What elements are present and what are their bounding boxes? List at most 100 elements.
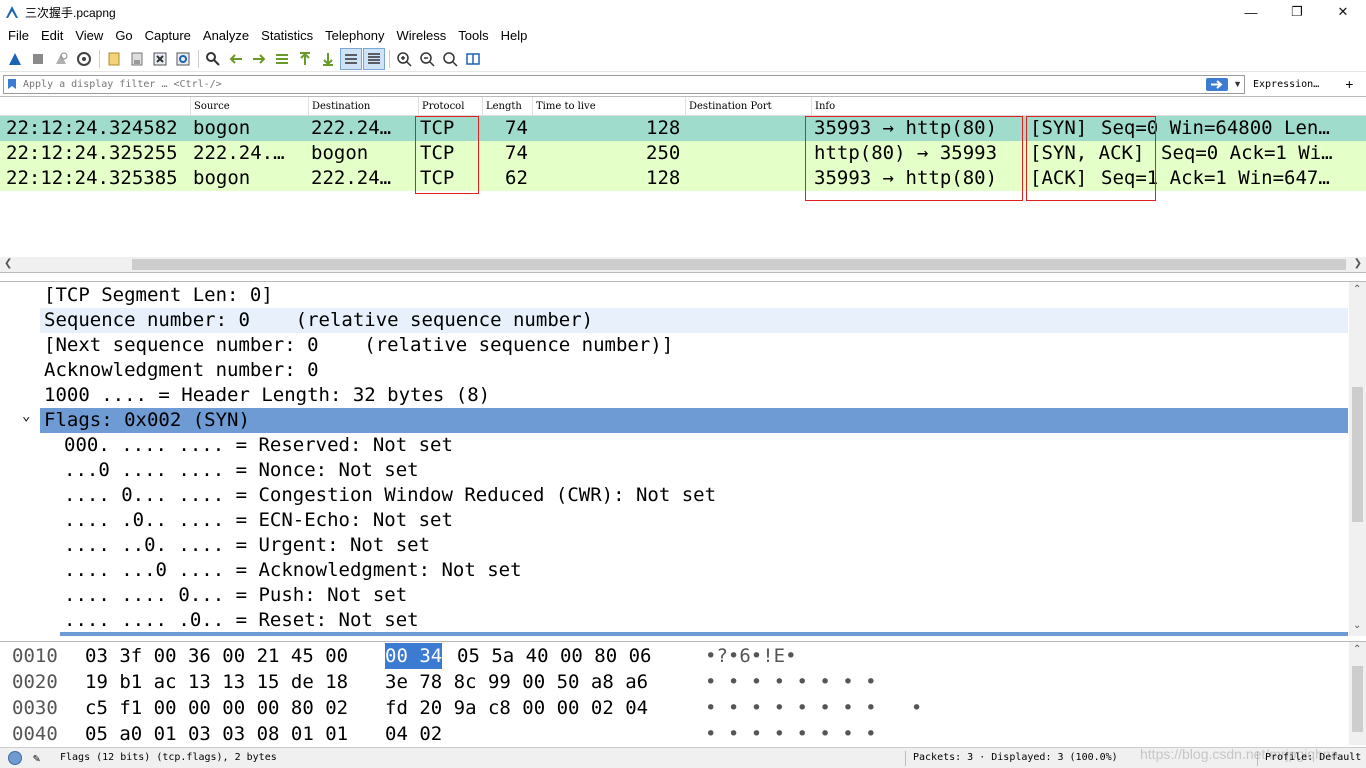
detail-row-selected[interactable]: ⌄ Flags: 0x002 (SYN): [22, 408, 1348, 433]
detail-row[interactable]: .... .0.. .... = ECN-Echo: Not set: [0, 508, 453, 533]
scroll-up-icon[interactable]: ⌃: [1353, 284, 1361, 295]
packet-cell-ttl: 250: [646, 142, 681, 164]
packet-row[interactable]: 22:12:24.324582 bogon 222.24… TCP 74 128 35993…: [0, 116, 1366, 141]
auto-scroll-icon[interactable]: [340, 47, 362, 70]
display-filter-bar: ▼ Expression… +: [0, 73, 1366, 95]
close-file-icon[interactable]: [149, 48, 171, 70]
go-first-packet-icon[interactable]: [294, 48, 316, 70]
colorize-icon[interactable]: [363, 47, 385, 70]
open-file-icon[interactable]: [103, 48, 125, 70]
bytes-hex-a[interactable]: 19 b1 ac 13 13 15 de 18: [85, 669, 348, 695]
scroll-left-icon[interactable]: ❮: [4, 258, 12, 269]
bookmark-icon[interactable]: [7, 78, 17, 90]
menu-telephony[interactable]: Telephony: [319, 28, 390, 43]
minimize-button[interactable]: —: [1228, 0, 1274, 24]
column-header-info[interactable]: Info: [811, 97, 1366, 116]
scroll-right-icon[interactable]: ❯: [1354, 258, 1362, 269]
column-header-dest-port[interactable]: Destination Port: [685, 97, 811, 116]
bytes-ascii[interactable]: •?•6•!E•: [705, 643, 797, 669]
detail-row-text: .... .... .0.. = Reset: Not set: [64, 609, 419, 631]
bytes-ascii[interactable]: • • • • • • • •: [705, 669, 877, 695]
detail-row[interactable]: [Next sequence number: 0 (relative seque…: [0, 333, 673, 358]
zoom-in-icon[interactable]: [393, 48, 415, 70]
bytes-hex-b[interactable]: 05 5a 40 00 80 06: [457, 643, 651, 669]
menu-go[interactable]: Go: [109, 28, 138, 43]
menu-tools[interactable]: Tools: [452, 28, 494, 43]
detail-row[interactable]: Acknowledgment number: 0: [0, 358, 319, 383]
menu-help[interactable]: Help: [495, 28, 534, 43]
menu-capture[interactable]: Capture: [139, 28, 197, 43]
zoom-normal-icon[interactable]: [439, 48, 461, 70]
resize-columns-icon[interactable]: [462, 48, 484, 70]
close-button[interactable]: ✕: [1320, 0, 1366, 24]
menu-analyze[interactable]: Analyze: [197, 28, 255, 43]
column-header-protocol[interactable]: Protocol: [418, 97, 482, 116]
add-filter-button[interactable]: +: [1345, 76, 1353, 92]
packet-cell-length: 74: [505, 117, 528, 139]
bytes-row: 0030 c5 f1 00 00 00 00 80 02 fd 20 9a c8 0…: [0, 695, 1348, 721]
find-packet-icon[interactable]: [202, 48, 224, 70]
reload-file-icon[interactable]: [172, 48, 194, 70]
menu-view[interactable]: View: [69, 28, 109, 43]
bytes-hex-b[interactable]: 04 02: [385, 721, 442, 745]
menu-statistics[interactable]: Statistics: [255, 28, 319, 43]
detail-row[interactable]: 000. .... .... = Reserved: Not set: [0, 433, 453, 458]
packet-row[interactable]: 22:12:24.325385 bogon 222.24… TCP 62 128 35993…: [0, 166, 1366, 191]
scrollbar-thumb[interactable]: [132, 259, 1346, 270]
detail-row[interactable]: .... .... .0.. = Reset: Not set: [0, 608, 419, 633]
column-header-source[interactable]: Source: [190, 97, 308, 116]
column-header-ttl[interactable]: Time to live: [532, 97, 685, 116]
collapse-chevron-icon[interactable]: ⌄: [22, 404, 30, 429]
profile-text[interactable]: Profile: Default: [1265, 752, 1361, 763]
menu-file[interactable]: File: [2, 28, 35, 43]
column-header-destination[interactable]: Destination: [308, 97, 418, 116]
detail-row[interactable]: .... ..0. .... = Urgent: Not set: [0, 533, 430, 558]
go-back-icon[interactable]: [225, 48, 247, 70]
detail-row[interactable]: .... .... 0... = Push: Not set: [0, 583, 407, 608]
filter-history-dropdown-icon[interactable]: ▼: [1233, 79, 1242, 89]
stop-capture-icon[interactable]: [27, 48, 49, 70]
expression-button[interactable]: Expression…: [1253, 79, 1319, 90]
bytes-hex-a[interactable]: 03 3f 00 36 00 21 45 00: [85, 643, 348, 669]
zoom-out-icon[interactable]: [416, 48, 438, 70]
capture-options-icon[interactable]: [73, 48, 95, 70]
display-filter-box: ▼: [3, 74, 1245, 94]
scroll-down-icon[interactable]: ⌄: [1353, 620, 1361, 631]
detail-row[interactable]: .... 0... .... = Congestion Window Reduc…: [0, 483, 716, 508]
packet-list-horizontal-scrollbar[interactable]: ❮ ❯: [0, 257, 1366, 272]
go-last-packet-icon[interactable]: [317, 48, 339, 70]
column-header-length[interactable]: Length: [482, 97, 532, 116]
restart-capture-icon[interactable]: [50, 48, 72, 70]
start-capture-icon[interactable]: [4, 48, 26, 70]
apply-filter-arrow-icon[interactable]: [1206, 77, 1228, 91]
save-file-icon[interactable]: [126, 48, 148, 70]
detail-row[interactable]: [TCP Segment Len: 0]: [0, 283, 273, 308]
bytes-hex-b[interactable]: 3e 78 8c 99 00 50 a8 a6: [385, 669, 648, 695]
scroll-up-icon[interactable]: ⌃: [1353, 644, 1361, 655]
bytes-ascii[interactable]: • • • • • • • •: [705, 721, 877, 745]
wireshark-logo-icon: [6, 6, 18, 18]
restore-button[interactable]: ❐: [1274, 0, 1320, 24]
go-to-packet-icon[interactable]: [271, 48, 293, 70]
packet-row[interactable]: 22:12:24.325255 222.24.… bogon TCP 74 250 http…: [0, 141, 1366, 166]
display-filter-input[interactable]: [23, 76, 1203, 92]
bytes-hex-a[interactable]: 05 a0 01 03 03 08 01 01: [85, 721, 348, 745]
scrollbar-thumb[interactable]: [1352, 387, 1363, 522]
packet-cell-ttl: 128: [646, 167, 681, 189]
go-forward-icon[interactable]: [248, 48, 270, 70]
detail-row[interactable]: 1000 .... = Header Length: 32 bytes (8): [0, 383, 490, 408]
menu-edit[interactable]: Edit: [35, 28, 69, 43]
details-vertical-scrollbar[interactable]: ⌃ ⌄: [1349, 282, 1366, 636]
bytes-hex-a[interactable]: c5 f1 00 00 00 00 80 02: [85, 695, 348, 721]
menu-wireless[interactable]: Wireless: [390, 28, 452, 43]
bytes-ascii[interactable]: • • • • • • • • •: [705, 695, 922, 721]
detail-row[interactable]: ...0 .... .... = Nonce: Not set: [0, 458, 419, 483]
detail-row[interactable]: .... ...0 .... = Acknowledgment: Not set: [0, 558, 522, 583]
bytes-vertical-scrollbar[interactable]: ⌃: [1349, 642, 1366, 745]
edit-comment-icon[interactable]: ✎: [33, 751, 40, 765]
scrollbar-thumb[interactable]: [1352, 666, 1363, 732]
bytes-hex-sel[interactable]: 00 34: [385, 643, 443, 669]
capture-status-icon[interactable]: [8, 751, 22, 765]
detail-row-highlighted[interactable]: Sequence number: 0 (relative sequence nu…: [40, 308, 1348, 333]
bytes-hex-b[interactable]: fd 20 9a c8 00 00 02 04: [385, 695, 648, 721]
